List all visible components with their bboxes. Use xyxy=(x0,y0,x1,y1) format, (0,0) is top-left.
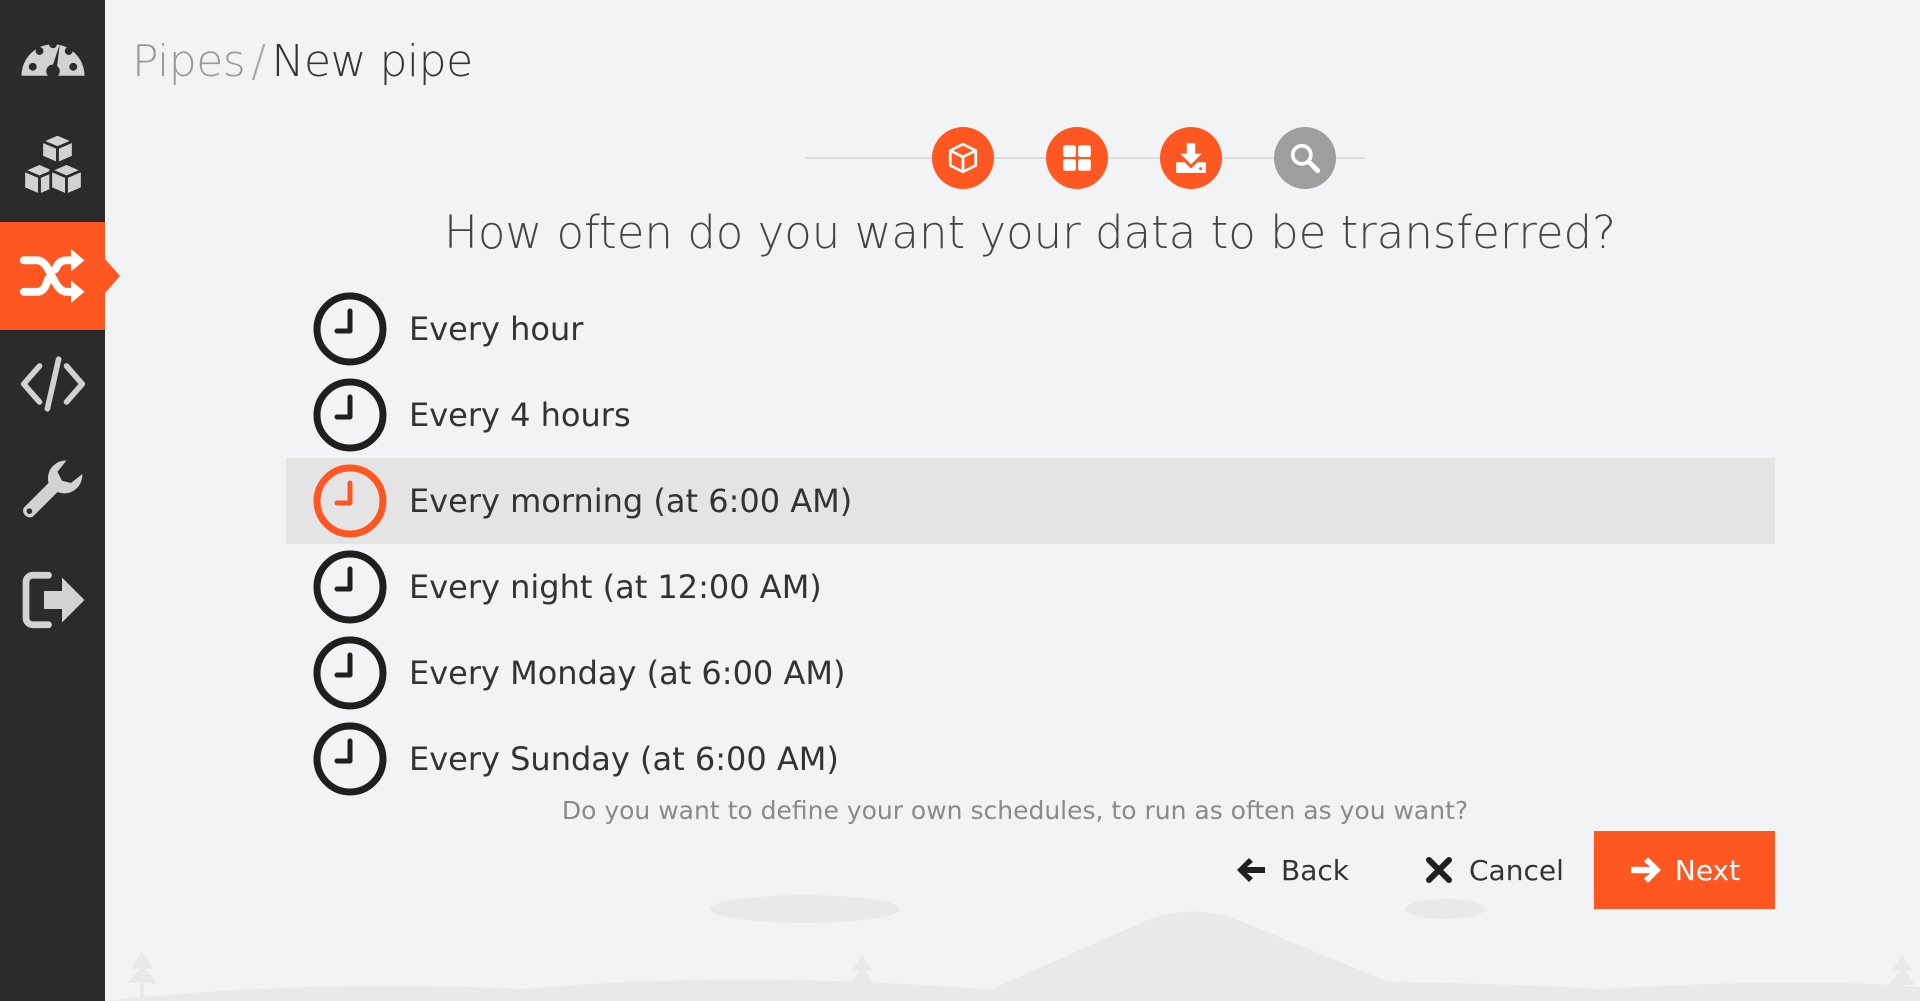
nav-logout[interactable] xyxy=(0,546,105,654)
arrow-left-icon xyxy=(1237,858,1265,882)
nav-settings[interactable] xyxy=(0,438,105,546)
step-source[interactable] xyxy=(932,127,994,189)
option-every-monday[interactable]: Every Monday (at 6:00 AM) xyxy=(286,630,1775,716)
back-label: Back xyxy=(1281,853,1349,887)
clock-icon xyxy=(313,550,387,624)
arrow-right-icon xyxy=(1631,857,1661,883)
clock-icon xyxy=(313,636,387,710)
nav-pipes[interactable] xyxy=(0,222,120,330)
clock-icon xyxy=(313,722,387,796)
next-button[interactable]: Next xyxy=(1594,831,1775,909)
grid-icon xyxy=(1063,145,1091,171)
cancel-button[interactable]: Cancel xyxy=(1423,831,1564,909)
dashboard-icon xyxy=(21,40,84,78)
sign-out-icon xyxy=(22,571,84,629)
breadcrumb-separator: / xyxy=(251,36,266,87)
search-icon xyxy=(1290,143,1321,174)
option-label: Every 4 hours xyxy=(409,396,631,434)
option-every-night[interactable]: Every night (at 12:00 AM) xyxy=(286,544,1775,630)
step-tables[interactable] xyxy=(1046,127,1108,189)
breadcrumb: Pipes / New pipe xyxy=(132,36,473,87)
breadcrumb-current: New pipe xyxy=(271,36,474,87)
wrench-icon xyxy=(22,460,82,518)
option-label: Every hour xyxy=(409,310,584,348)
cancel-label: Cancel xyxy=(1469,853,1564,887)
option-every-4-hours[interactable]: Every 4 hours xyxy=(286,372,1775,458)
clock-icon xyxy=(313,292,387,366)
next-label: Next xyxy=(1674,853,1741,887)
back-button[interactable]: Back xyxy=(1235,831,1349,909)
wizard-steps xyxy=(805,124,1365,192)
close-icon xyxy=(1426,857,1452,883)
breadcrumb-root[interactable]: Pipes xyxy=(132,36,246,87)
step-review[interactable] xyxy=(1274,127,1336,189)
clock-icon xyxy=(313,378,387,452)
option-label: Every night (at 12:00 AM) xyxy=(409,568,822,606)
shuffle-icon xyxy=(19,249,84,303)
clock-icon xyxy=(313,464,387,538)
code-icon xyxy=(20,356,85,412)
option-every-sunday[interactable]: Every Sunday (at 6:00 AM) xyxy=(286,716,1775,802)
option-label: Every morning (at 6:00 AM) xyxy=(409,482,853,520)
nav-cubes[interactable] xyxy=(0,114,105,222)
nav-dashboard[interactable] xyxy=(0,6,105,114)
option-label: Every Monday (at 6:00 AM) xyxy=(409,654,846,692)
option-label: Every Sunday (at 6:00 AM) xyxy=(409,740,839,778)
cubes-icon xyxy=(21,132,84,197)
nav-code[interactable] xyxy=(0,330,105,438)
question-heading: How often do you want your data to be tr… xyxy=(444,206,1616,259)
main-content: Pipes / New pipe How often do you want y… xyxy=(105,0,1920,1001)
cube-icon xyxy=(948,142,978,174)
option-every-hour[interactable]: Every hour xyxy=(286,286,1775,372)
step-destination[interactable] xyxy=(1160,127,1222,189)
sidebar xyxy=(0,0,120,1001)
custom-schedule-link[interactable]: Do you want to define your own schedules… xyxy=(105,796,1920,825)
schedule-options: Every hour Every 4 hours Every morning (… xyxy=(286,286,1775,802)
option-every-morning[interactable]: Every morning (at 6:00 AM) xyxy=(286,458,1775,544)
download-icon xyxy=(1176,143,1206,173)
